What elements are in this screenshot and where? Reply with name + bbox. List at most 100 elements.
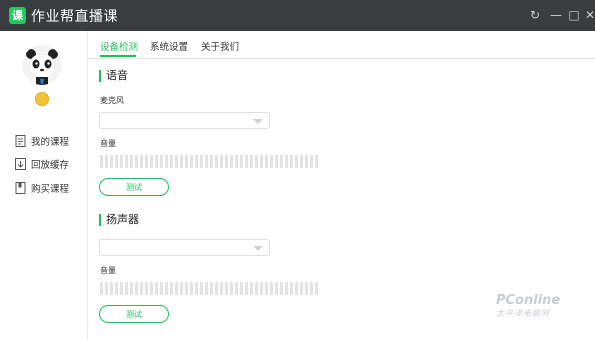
volume-bar: [305, 155, 308, 168]
volume-bar: [310, 155, 313, 168]
volume-bar: [275, 282, 278, 295]
volume-bar: [160, 282, 163, 295]
volume-bar: [185, 282, 188, 295]
volume-bar: [250, 282, 253, 295]
volume-bar: [270, 282, 273, 295]
sidebar-item-label: 回放缓存: [31, 160, 70, 171]
volume-bar: [140, 282, 143, 295]
speaker-select[interactable]: [99, 239, 270, 256]
download-icon: [15, 158, 26, 170]
tab-system-settings[interactable]: 系统设置: [150, 39, 188, 53]
volume-bar: [245, 155, 248, 168]
volume-bar: [180, 155, 183, 168]
volume-bar: [150, 282, 153, 295]
volume-bar: [100, 155, 103, 168]
volume-bar: [265, 155, 268, 168]
document-icon: [15, 135, 26, 147]
chevron-down-icon: [253, 119, 263, 124]
volume-bar: [310, 282, 313, 295]
volume-bar: [230, 155, 233, 168]
volume-bar: [210, 282, 213, 295]
volume-bar: [100, 282, 103, 295]
volume-bar: [220, 282, 223, 295]
volume-bar: [300, 282, 303, 295]
sidebar-item-playback-cache[interactable]: 回放缓存: [15, 156, 69, 172]
volume-bar: [255, 155, 258, 168]
volume-bar: [280, 282, 283, 295]
volume-bar: [215, 282, 218, 295]
volume-label: 音量: [100, 266, 116, 275]
volume-bar: [205, 155, 208, 168]
volume-bar: [195, 155, 198, 168]
sidebar-item-label: 购买课程: [31, 184, 70, 195]
volume-bar: [200, 282, 203, 295]
speaker-volume-meter: [100, 282, 318, 295]
volume-bar: [265, 282, 268, 295]
volume-bar: [135, 155, 138, 168]
tab-device-check[interactable]: 设备检测: [100, 39, 138, 53]
volume-bar: [260, 282, 263, 295]
volume-bar: [240, 155, 243, 168]
app-logo-icon: 课: [9, 7, 26, 24]
sidebar-item-buy-courses[interactable]: 购买课程: [15, 180, 69, 196]
avatar[interactable]: [22, 45, 62, 85]
volume-bar: [225, 282, 228, 295]
volume-bar: [285, 155, 288, 168]
volume-bar: [270, 155, 273, 168]
volume-bar: [290, 155, 293, 168]
sidebar: 我的课程 回放缓存 购买课程: [0, 31, 88, 340]
volume-bar: [260, 155, 263, 168]
volume-bar: [235, 282, 238, 295]
microphone-select[interactable]: [99, 112, 270, 129]
sidebar-item-label: 我的课程: [31, 137, 70, 148]
microphone-test-button[interactable]: 测试: [99, 178, 169, 196]
section-title-speaker: 扬声器: [99, 214, 139, 226]
watermark-main: PConline: [496, 293, 561, 308]
volume-bar: [240, 282, 243, 295]
vip-badge-icon: [35, 92, 49, 106]
close-button[interactable]: ✕: [582, 7, 595, 23]
pconline-watermark: PConline 太平洋电脑网: [496, 293, 560, 319]
book-icon: [15, 182, 26, 194]
refresh-icon[interactable]: ↻: [527, 7, 543, 23]
volume-bar: [280, 155, 283, 168]
volume-bar: [115, 282, 118, 295]
volume-bar: [150, 155, 153, 168]
volume-bar: [175, 155, 178, 168]
volume-bar: [180, 282, 183, 295]
volume-bar: [190, 155, 193, 168]
volume-bar: [220, 155, 223, 168]
volume-bar: [195, 282, 198, 295]
volume-bar: [200, 155, 203, 168]
panda-avatar-icon: [22, 45, 62, 85]
volume-bar: [230, 282, 233, 295]
microphone-volume-meter: [100, 155, 318, 168]
volume-bar: [120, 155, 123, 168]
maximize-button[interactable]: □: [566, 7, 582, 23]
volume-bar: [170, 282, 173, 295]
speaker-test-button[interactable]: 测试: [99, 305, 169, 323]
volume-bar: [115, 155, 118, 168]
title-bar: 课 作业帮直播课 ↻ — □ ✕: [0, 0, 595, 31]
volume-bar: [315, 155, 318, 168]
volume-bar: [235, 155, 238, 168]
volume-bar: [160, 155, 163, 168]
volume-bar: [120, 282, 123, 295]
volume-bar: [170, 155, 173, 168]
volume-bar: [210, 155, 213, 168]
sidebar-item-my-courses[interactable]: 我的课程: [15, 133, 69, 149]
volume-bar: [110, 282, 113, 295]
volume-bar: [305, 282, 308, 295]
microphone-label: 麦克风: [100, 96, 124, 105]
volume-bar: [165, 155, 168, 168]
volume-bar: [275, 155, 278, 168]
volume-bar: [140, 155, 143, 168]
volume-bar: [175, 282, 178, 295]
tab-about-us[interactable]: 关于我们: [201, 39, 239, 53]
minimize-button[interactable]: —: [548, 7, 564, 23]
volume-label: 音量: [100, 139, 116, 148]
volume-bar: [290, 282, 293, 295]
active-tab-indicator: [100, 55, 136, 57]
volume-bar: [215, 155, 218, 168]
volume-bar: [130, 155, 133, 168]
